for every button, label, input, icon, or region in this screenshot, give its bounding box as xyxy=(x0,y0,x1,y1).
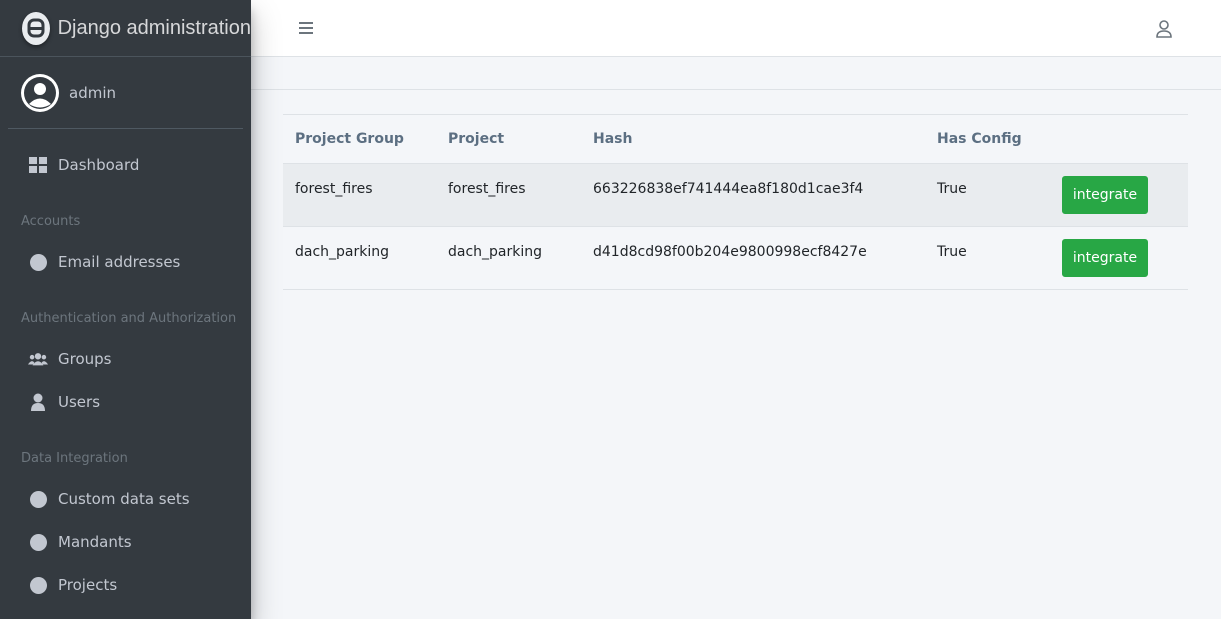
nav-header-auth: Authentication and Authorization xyxy=(21,311,237,326)
integrate-button[interactable]: integrate xyxy=(1062,176,1148,214)
sidebar-item-custom-data-sets[interactable]: Custom data sets xyxy=(8,479,243,519)
table-row: dach_parking dach_parking d41d8cd98f00b2… xyxy=(283,226,1188,290)
user-icon xyxy=(28,392,48,412)
sidebar-item-users[interactable]: Users xyxy=(8,382,243,422)
sidebar-item-label: Groups xyxy=(58,350,112,368)
column-header-project-group[interactable]: Project Group xyxy=(283,114,436,164)
column-header-project[interactable]: Project xyxy=(436,114,581,164)
user-panel[interactable]: admin xyxy=(8,57,243,129)
brand-title: Django administration xyxy=(57,16,251,39)
sidebar-item-mandants[interactable]: Mandants xyxy=(8,522,243,562)
column-header-hash[interactable]: Hash xyxy=(581,114,925,164)
column-header-actions xyxy=(1050,114,1188,164)
cell-hash: d41d8cd98f00b204e9800998ecf8427e xyxy=(593,244,867,260)
cell-project-group: forest_fires xyxy=(295,181,373,197)
hamburger-icon[interactable] xyxy=(298,20,314,36)
sidebar-item-label: Projects xyxy=(58,576,118,594)
cell-project: forest_fires xyxy=(448,181,526,197)
circle-icon xyxy=(28,252,48,272)
circle-icon xyxy=(28,532,48,552)
user-name: admin xyxy=(69,83,116,102)
grid-icon xyxy=(28,155,48,175)
sidebar-item-projects[interactable]: Projects xyxy=(8,565,243,605)
top-navbar xyxy=(251,0,1221,57)
sidebar-item-label: Custom data sets xyxy=(58,490,190,508)
table-header-row: Project Group Project Hash Has Config xyxy=(283,114,1188,164)
sidebar-item-dashboard[interactable]: Dashboard xyxy=(8,145,243,185)
integrate-button[interactable]: integrate xyxy=(1062,239,1148,277)
circle-icon xyxy=(28,489,48,509)
circle-icon xyxy=(28,575,48,595)
cell-hash: 663226838ef741444ea8f180d1cae3f4 xyxy=(593,181,864,197)
users-icon xyxy=(28,349,48,369)
django-logo-icon xyxy=(22,11,50,45)
user-outline-icon[interactable] xyxy=(1155,19,1173,39)
cell-project: dach_parking xyxy=(448,244,543,260)
sidebar: Django administration admin Dashboard Ac… xyxy=(0,0,251,619)
nav-header-data-integration: Data Integration xyxy=(21,451,128,466)
sidebar-item-label: Users xyxy=(58,393,101,411)
user-circle-icon xyxy=(21,73,59,112)
content-header xyxy=(251,57,1221,90)
cell-has-config: True xyxy=(937,244,967,260)
cell-project-group: dach_parking xyxy=(295,244,390,260)
sidebar-item-label: Mandants xyxy=(58,533,132,551)
column-header-has-config[interactable]: Has Config xyxy=(925,114,1050,164)
cell-has-config: True xyxy=(937,181,967,197)
sidebar-item-groups[interactable]: Groups xyxy=(8,339,243,379)
results-table: Project Group Project Hash Has Config fo… xyxy=(283,114,1188,290)
table-row: forest_fires forest_fires 663226838ef741… xyxy=(283,163,1188,227)
sidebar-item-label: Email addresses xyxy=(58,253,181,271)
sidebar-item-email-addresses[interactable]: Email addresses xyxy=(8,242,243,282)
brand-link[interactable]: Django administration xyxy=(0,0,251,57)
nav-header-accounts: Accounts xyxy=(21,214,81,229)
sidebar-item-label: Dashboard xyxy=(58,156,140,174)
